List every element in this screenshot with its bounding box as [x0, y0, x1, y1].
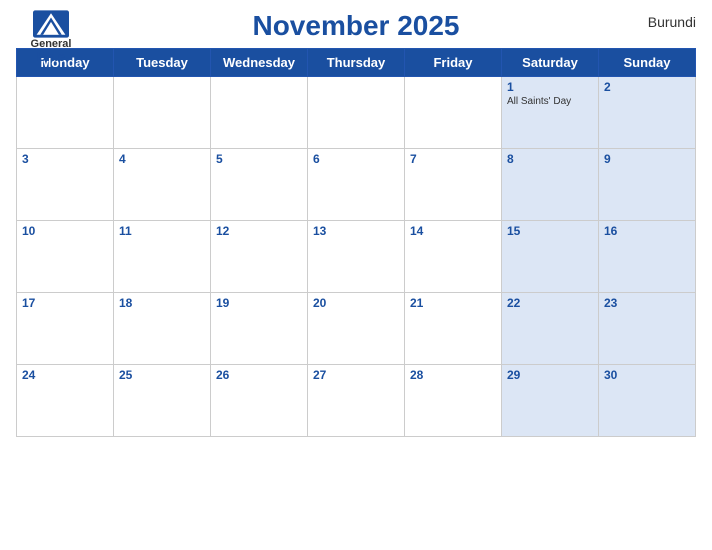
header-friday: Friday: [405, 49, 502, 77]
day-number: 28: [410, 368, 496, 382]
day-number: 5: [216, 152, 302, 166]
calendar-container: General Blue November 2025 Burundi Monda…: [0, 0, 712, 550]
day-number: 23: [604, 296, 690, 310]
day-number: 29: [507, 368, 593, 382]
calendar-day-cell: 3: [17, 149, 114, 221]
calendar-day-cell: 26: [211, 365, 308, 437]
calendar-day-cell: 30: [599, 365, 696, 437]
logo-area: General Blue: [16, 10, 86, 64]
calendar-day-cell: 11: [114, 221, 211, 293]
calendar-day-cell: [405, 77, 502, 149]
day-number: 25: [119, 368, 205, 382]
calendar-day-cell: 14: [405, 221, 502, 293]
calendar-day-cell: 24: [17, 365, 114, 437]
calendar-day-cell: 29: [502, 365, 599, 437]
calendar-day-cell: 18: [114, 293, 211, 365]
day-number: 20: [313, 296, 399, 310]
calendar-title: November 2025: [252, 10, 459, 42]
day-number: 19: [216, 296, 302, 310]
calendar-day-cell: 13: [308, 221, 405, 293]
calendar-day-cell: 22: [502, 293, 599, 365]
country-label: Burundi: [648, 14, 696, 30]
day-number: 15: [507, 224, 593, 238]
day-number: 16: [604, 224, 690, 238]
day-number: 7: [410, 152, 496, 166]
day-number: 8: [507, 152, 593, 166]
day-number: 13: [313, 224, 399, 238]
day-number: 18: [119, 296, 205, 310]
calendar-day-cell: 2: [599, 77, 696, 149]
day-number: 24: [22, 368, 108, 382]
day-number: 30: [604, 368, 690, 382]
calendar-day-cell: 12: [211, 221, 308, 293]
calendar-day-cell: 6: [308, 149, 405, 221]
calendar-grid: Monday Tuesday Wednesday Thursday Friday…: [16, 48, 696, 437]
calendar-day-cell: 21: [405, 293, 502, 365]
header-thursday: Thursday: [308, 49, 405, 77]
calendar-day-cell: [308, 77, 405, 149]
day-number: 21: [410, 296, 496, 310]
day-number: 27: [313, 368, 399, 382]
day-number: 12: [216, 224, 302, 238]
calendar-day-cell: 28: [405, 365, 502, 437]
calendar-day-cell: 20: [308, 293, 405, 365]
logo-icon: [33, 10, 69, 38]
header-sunday: Sunday: [599, 49, 696, 77]
calendar-day-cell: [17, 77, 114, 149]
calendar-day-cell: 10: [17, 221, 114, 293]
calendar-week-row: 17 18 19 20 21 22 23: [17, 293, 696, 365]
day-number: 14: [410, 224, 496, 238]
calendar-day-cell: 9: [599, 149, 696, 221]
day-number: 26: [216, 368, 302, 382]
calendar-day-cell: 5: [211, 149, 308, 221]
calendar-day-cell: 17: [17, 293, 114, 365]
header-tuesday: Tuesday: [114, 49, 211, 77]
day-number: 22: [507, 296, 593, 310]
calendar-day-cell: [114, 77, 211, 149]
day-number: 11: [119, 224, 205, 238]
holiday-label: All Saints' Day: [507, 96, 593, 107]
calendar-day-cell: 4: [114, 149, 211, 221]
calendar-week-row: 10 11 12 13 14 15 16: [17, 221, 696, 293]
day-number: 17: [22, 296, 108, 310]
calendar-week-row: 1 All Saints' Day 2: [17, 77, 696, 149]
calendar-day-cell: 1 All Saints' Day: [502, 77, 599, 149]
calendar-day-cell: 19: [211, 293, 308, 365]
calendar-week-row: 3456789: [17, 149, 696, 221]
calendar-day-cell: 23: [599, 293, 696, 365]
header-saturday: Saturday: [502, 49, 599, 77]
calendar-day-cell: 27: [308, 365, 405, 437]
day-number: 10: [22, 224, 108, 238]
calendar-day-cell: 7: [405, 149, 502, 221]
weekday-header-row: Monday Tuesday Wednesday Thursday Friday…: [17, 49, 696, 77]
calendar-day-cell: 8: [502, 149, 599, 221]
calendar-header: General Blue November 2025 Burundi: [16, 10, 696, 42]
logo-blue: Blue: [37, 50, 65, 64]
calendar-day-cell: 25: [114, 365, 211, 437]
calendar-day-cell: 15: [502, 221, 599, 293]
day-number: 2: [604, 80, 690, 94]
day-number: 6: [313, 152, 399, 166]
day-number: 3: [22, 152, 108, 166]
calendar-week-row: 24 25 26 27 28 29 30: [17, 365, 696, 437]
header-wednesday: Wednesday: [211, 49, 308, 77]
day-number: 4: [119, 152, 205, 166]
calendar-day-cell: [211, 77, 308, 149]
day-number: 9: [604, 152, 690, 166]
day-number: 1: [507, 80, 593, 94]
calendar-day-cell: 16: [599, 221, 696, 293]
